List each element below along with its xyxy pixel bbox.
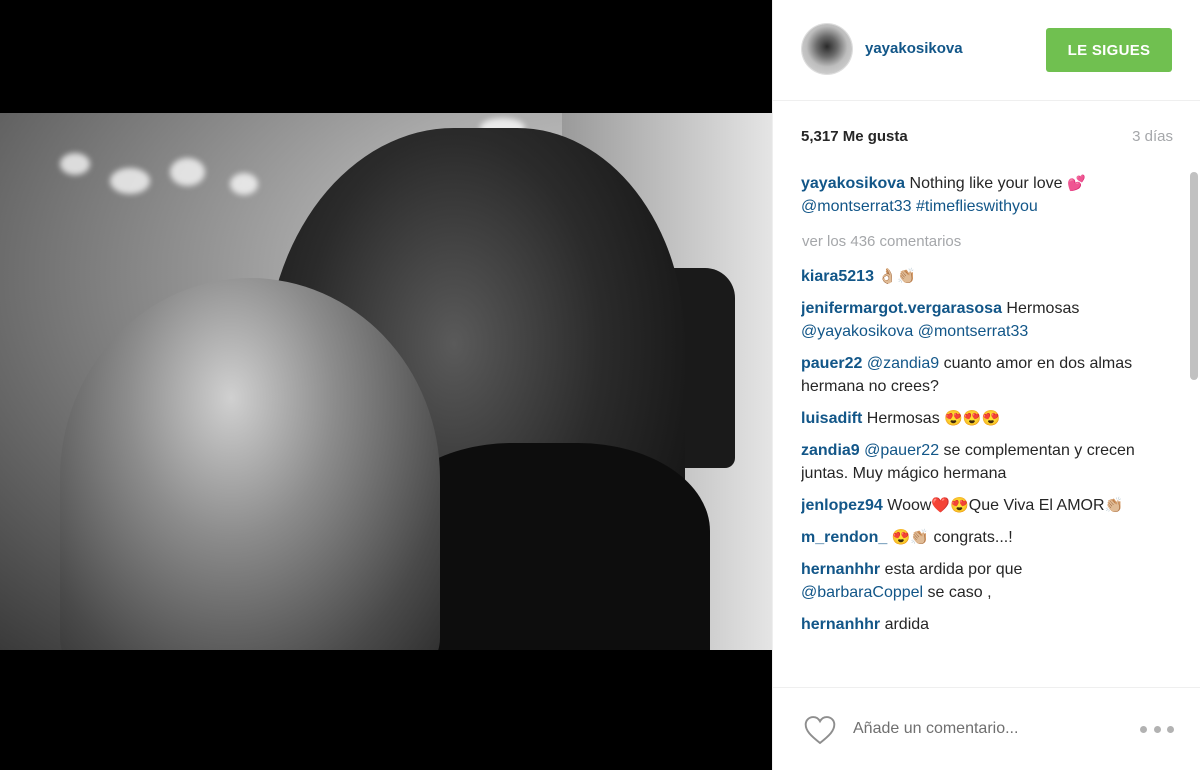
emoji: 👌🏼👏🏼 [878, 268, 916, 286]
caption-user[interactable]: yayakosikova [801, 175, 905, 192]
emoji: 😍😍😍 [944, 410, 1001, 428]
comment-user[interactable]: hernanhhr [801, 616, 880, 633]
comment-mention[interactable]: @barbaraCoppel [801, 584, 923, 601]
comment-text: Woow [882, 497, 932, 514]
comment-user[interactable]: hernanhhr [801, 561, 880, 578]
comment-text: se caso , [923, 584, 992, 601]
bokeh-light [60, 153, 90, 175]
emoji: ❤️😍 [931, 497, 969, 515]
bokeh-light [110, 168, 150, 194]
likes-count[interactable]: 5,317 Me gusta [801, 128, 908, 145]
post-photo[interactable] [0, 113, 772, 650]
comment-mention[interactable]: @pauer22 [864, 442, 939, 459]
avatar[interactable] [802, 24, 852, 74]
comment-item: kiara5213 👌🏼👏🏼 [801, 265, 1161, 288]
comment-mention[interactable]: @yayakosikova @montserrat33 [801, 323, 1028, 340]
emoji: 👏🏼 [1104, 497, 1124, 515]
dot [1153, 725, 1161, 733]
comment-item: hernanhhr ardida [801, 613, 1161, 636]
comment-item: jenlopez94 Woow❤️😍Que Viva El AMOR👏🏼 [801, 494, 1161, 517]
caption: yayakosikova Nothing like your love 💕 @m… [801, 172, 1161, 218]
likes-row: 5,317 Me gusta 3 días [801, 128, 1173, 150]
post-footer: Añade un comentario... [773, 687, 1200, 771]
comment-user[interactable]: luisadift [801, 410, 862, 427]
comment-user[interactable]: jenifermargot.vergarasosa [801, 300, 1002, 317]
username-link[interactable]: yayakosikova [865, 40, 963, 57]
comment-text: esta ardida por que [880, 561, 1023, 578]
caption-text: Nothing like your love [905, 175, 1067, 192]
post-sidebar: yayakosikova LE SIGUES 5,317 Me gusta 3 … [772, 0, 1200, 770]
post-media [0, 0, 772, 770]
bokeh-light [170, 158, 205, 186]
comment-text: congrats...! [929, 529, 1013, 546]
bokeh-light [230, 173, 258, 195]
comment-text: Hermosas [1001, 300, 1080, 317]
dot [1140, 725, 1147, 733]
heart-outline-icon[interactable] [803, 715, 837, 745]
dot [1167, 725, 1174, 733]
comment-user[interactable]: jenlopez94 [801, 497, 883, 514]
emoji: 😍👏🏼 [891, 529, 930, 547]
comment-item: luisadift Hermosas 😍😍😍 [801, 407, 1161, 430]
caption-mention[interactable]: @montserrat33 [801, 198, 912, 215]
more-dots-icon[interactable] [1140, 722, 1174, 736]
comment-item: jenifermargot.vergarasosa Hermosas @yaya… [801, 297, 1161, 343]
comment-item: pauer22 @zandia9 cuanto amor en dos alma… [801, 352, 1161, 398]
view-all-comments-link[interactable]: ver los 436 comentarios [802, 230, 1161, 253]
comment-item: zandia9 @pauer22 se complementan y crece… [801, 439, 1161, 485]
add-comment-input[interactable]: Añade un comentario... [853, 720, 1018, 738]
comment-text: ardida [880, 616, 930, 633]
comment-user[interactable]: zandia9 [801, 442, 860, 459]
comment-item: hernanhhr esta ardida por que @barbaraCo… [801, 558, 1161, 604]
comment-user[interactable]: pauer22 [801, 355, 862, 372]
comment-mention[interactable]: @zandia9 [867, 355, 939, 372]
comment-user[interactable]: m_rendon_ [801, 529, 887, 546]
comments-list[interactable]: yayakosikova Nothing like your love 💕 @m… [801, 172, 1161, 684]
comment-user[interactable]: kiara5213 [801, 268, 874, 285]
comment-text: Que Viva El AMOR [968, 497, 1105, 514]
hearts-emoji: 💕 [1066, 175, 1086, 193]
comments-scrollbar[interactable] [1190, 172, 1198, 380]
caption-hashtag[interactable]: #timeflieswithyou [916, 198, 1038, 215]
post-time[interactable]: 3 días [1132, 128, 1173, 145]
comment-item: m_rendon_ 😍👏🏼 congrats...! [801, 526, 1161, 549]
follow-button[interactable]: LE SIGUES [1046, 28, 1172, 72]
post-header: yayakosikova LE SIGUES [773, 0, 1200, 101]
comment-text: Hermosas [862, 410, 945, 427]
